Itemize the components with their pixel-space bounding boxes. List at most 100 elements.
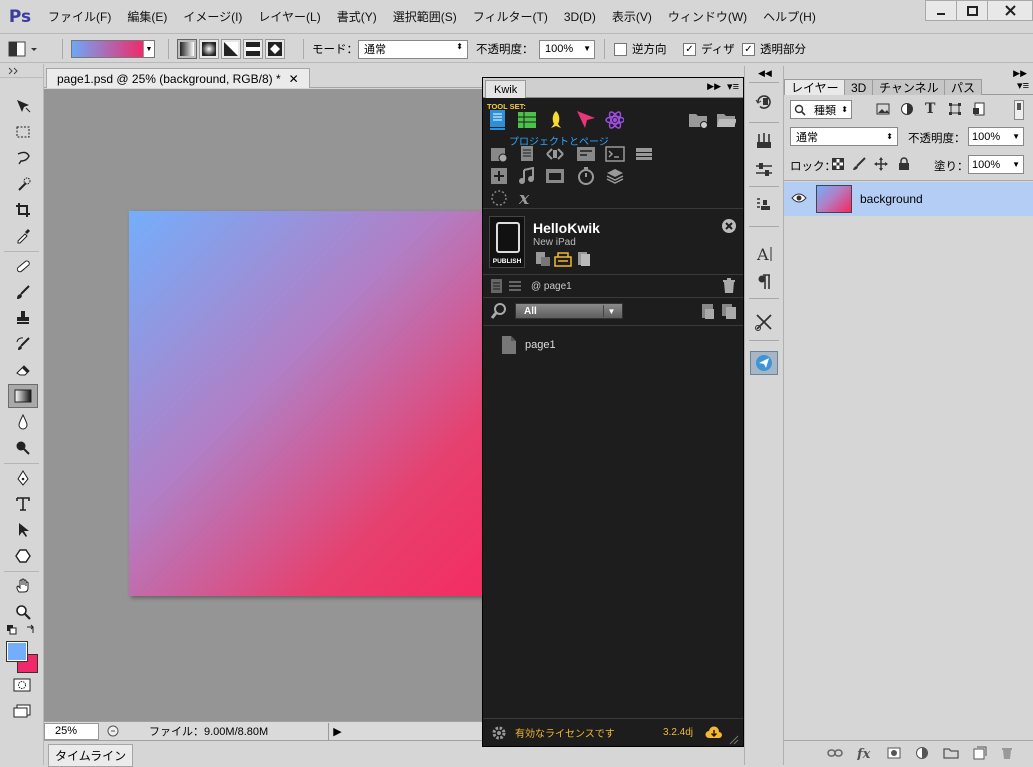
lock-pixels-icon[interactable]: [852, 157, 866, 171]
dither-checkbox[interactable]: ✓ ディザ: [683, 34, 735, 64]
new-layer-icon[interactable]: [973, 746, 987, 760]
chevron-down-icon[interactable]: ▼: [583, 44, 591, 53]
canvas-area[interactable]: [44, 89, 484, 721]
new-project-icon[interactable]: [489, 144, 509, 164]
blend-mode-select[interactable]: 通常 ⬍: [790, 127, 898, 146]
close-project-icon[interactable]: [719, 216, 739, 236]
close-icon[interactable]: ✕: [289, 72, 299, 86]
quick-select-tool-icon[interactable]: [8, 172, 38, 196]
terminal-icon[interactable]: [605, 144, 625, 164]
crop-tool-icon[interactable]: [8, 198, 38, 222]
transparency-checkbox[interactable]: ✓ 透明部分: [742, 34, 806, 64]
page-list-item[interactable]: page1: [501, 335, 556, 355]
hand-tool-icon[interactable]: [8, 574, 38, 598]
kwik-panel-icon[interactable]: [750, 351, 778, 375]
document-settings-icon[interactable]: [574, 249, 594, 269]
list-view-icon[interactable]: [505, 276, 525, 296]
chevron-down-icon[interactable]: ▼: [603, 305, 619, 317]
brush-tool-icon[interactable]: [8, 280, 38, 304]
dither-check-box[interactable]: ✓: [683, 42, 696, 56]
path-selection-tool-icon[interactable]: [8, 518, 38, 542]
loading-spinner-icon[interactable]: [489, 188, 509, 208]
default-colors-icon[interactable]: [6, 624, 20, 636]
page-icon[interactable]: [487, 276, 507, 296]
new-group-icon[interactable]: [943, 747, 959, 759]
build-icon[interactable]: [553, 249, 573, 269]
dodge-tool-icon[interactable]: [8, 436, 38, 460]
folder-settings-icon[interactable]: [688, 110, 708, 130]
collapse-panel-icon[interactable]: ▶▶: [707, 81, 721, 92]
search-icon[interactable]: [489, 301, 509, 321]
fill-input[interactable]: 100% ▼: [968, 155, 1024, 174]
screen-mode-icon[interactable]: [13, 704, 31, 718]
layers-stack-icon[interactable]: [605, 166, 625, 186]
add-mask-icon[interactable]: [887, 747, 901, 759]
document-tab[interactable]: page1.psd @ 25% (background, RGB/8) * ✕: [46, 68, 310, 88]
status-info-icon[interactable]: [107, 725, 119, 737]
history-panel-icon[interactable]: [750, 90, 778, 114]
tool-presets-panel-icon[interactable]: [750, 194, 778, 218]
tools-scissors-icon[interactable]: [750, 310, 778, 334]
paste-page-icon[interactable]: [698, 301, 718, 321]
lock-position-icon[interactable]: [874, 157, 888, 171]
reverse-checkbox[interactable]: 逆方向: [614, 34, 667, 64]
lasso-tool-icon[interactable]: [8, 146, 38, 170]
menu-edit[interactable]: 編集(E): [119, 8, 175, 25]
adjustments-panel-icon[interactable]: [750, 158, 778, 182]
paragraph-panel-icon[interactable]: [750, 270, 778, 294]
zoom-tool-icon[interactable]: [8, 600, 38, 624]
minimize-button[interactable]: [925, 0, 957, 21]
export-settings-icon[interactable]: [533, 249, 553, 269]
healing-brush-tool-icon[interactable]: [8, 254, 38, 278]
marquee-tool-icon[interactable]: [8, 120, 38, 144]
menu-3d[interactable]: 3D(D): [556, 10, 604, 24]
timeline-tab[interactable]: タイムライン: [48, 744, 134, 767]
rocket-tool-icon[interactable]: [546, 110, 566, 130]
panel-menu-icon[interactable]: ▾≡: [727, 80, 739, 93]
chevron-down-icon[interactable]: ▼: [1012, 132, 1020, 141]
reflected-gradient-button[interactable]: [243, 39, 263, 59]
add-icon[interactable]: [489, 166, 509, 186]
eyedropper-tool-icon[interactable]: [8, 224, 38, 248]
panel-grip[interactable]: [0, 64, 43, 78]
layer-name[interactable]: background: [860, 192, 923, 206]
eraser-tool-icon[interactable]: [8, 358, 38, 382]
layer-opacity-input[interactable]: 100% ▼: [968, 127, 1024, 146]
page-filter-select[interactable]: All ▼: [515, 303, 623, 319]
menu-layer[interactable]: レイヤー(L): [250, 8, 328, 25]
chevron-down-icon[interactable]: ▼: [1012, 160, 1020, 169]
tab-3d[interactable]: 3D: [844, 79, 874, 95]
filter-toggle[interactable]: [1014, 100, 1024, 120]
layer-row[interactable]: background: [784, 182, 1033, 216]
tab-paths[interactable]: パス: [944, 79, 983, 95]
gear-icon[interactable]: [491, 725, 507, 741]
menu-image[interactable]: イメージ(I): [175, 8, 250, 25]
new-adjustment-layer-icon[interactable]: [915, 746, 929, 760]
menu-window[interactable]: ウィンドウ(W): [660, 8, 755, 25]
publish-button[interactable]: PUBLISH: [489, 216, 525, 268]
panel-menu-icon[interactable]: ▾≡: [1017, 79, 1029, 92]
expand-panels-icon[interactable]: ◀◀: [758, 68, 772, 79]
collapse-panel-icon[interactable]: ▶▶: [1013, 68, 1027, 79]
gradient-picker[interactable]: ▼: [71, 40, 155, 58]
layer-thumbnail[interactable]: [816, 185, 852, 213]
cloud-download-icon[interactable]: [705, 725, 723, 739]
duplicate-page-icon[interactable]: [719, 301, 739, 321]
move-tool-icon[interactable]: [8, 94, 38, 118]
open-folder-icon[interactable]: [716, 110, 736, 130]
kind-filter-select[interactable]: 種類 ⬍: [790, 100, 852, 119]
close-window-button[interactable]: [987, 0, 1033, 21]
delete-layer-icon[interactable]: [1001, 746, 1013, 760]
menu-type[interactable]: 書式(Y): [329, 8, 385, 25]
stack-panel-icon[interactable]: [634, 144, 654, 164]
page-list-icon[interactable]: [517, 144, 537, 164]
atom-tool-icon[interactable]: [604, 110, 624, 130]
layer-style-icon[interactable]: fx: [857, 746, 873, 760]
tab-channels[interactable]: チャンネル: [872, 79, 946, 95]
html-icon[interactable]: [576, 144, 596, 164]
clone-stamp-tool-icon[interactable]: [8, 306, 38, 330]
brushes-panel-icon[interactable]: [750, 130, 778, 154]
gradient-tool-preset[interactable]: [5, 34, 39, 64]
kwik-tab[interactable]: Kwik: [485, 80, 527, 98]
diamond-gradient-button[interactable]: [265, 39, 285, 59]
